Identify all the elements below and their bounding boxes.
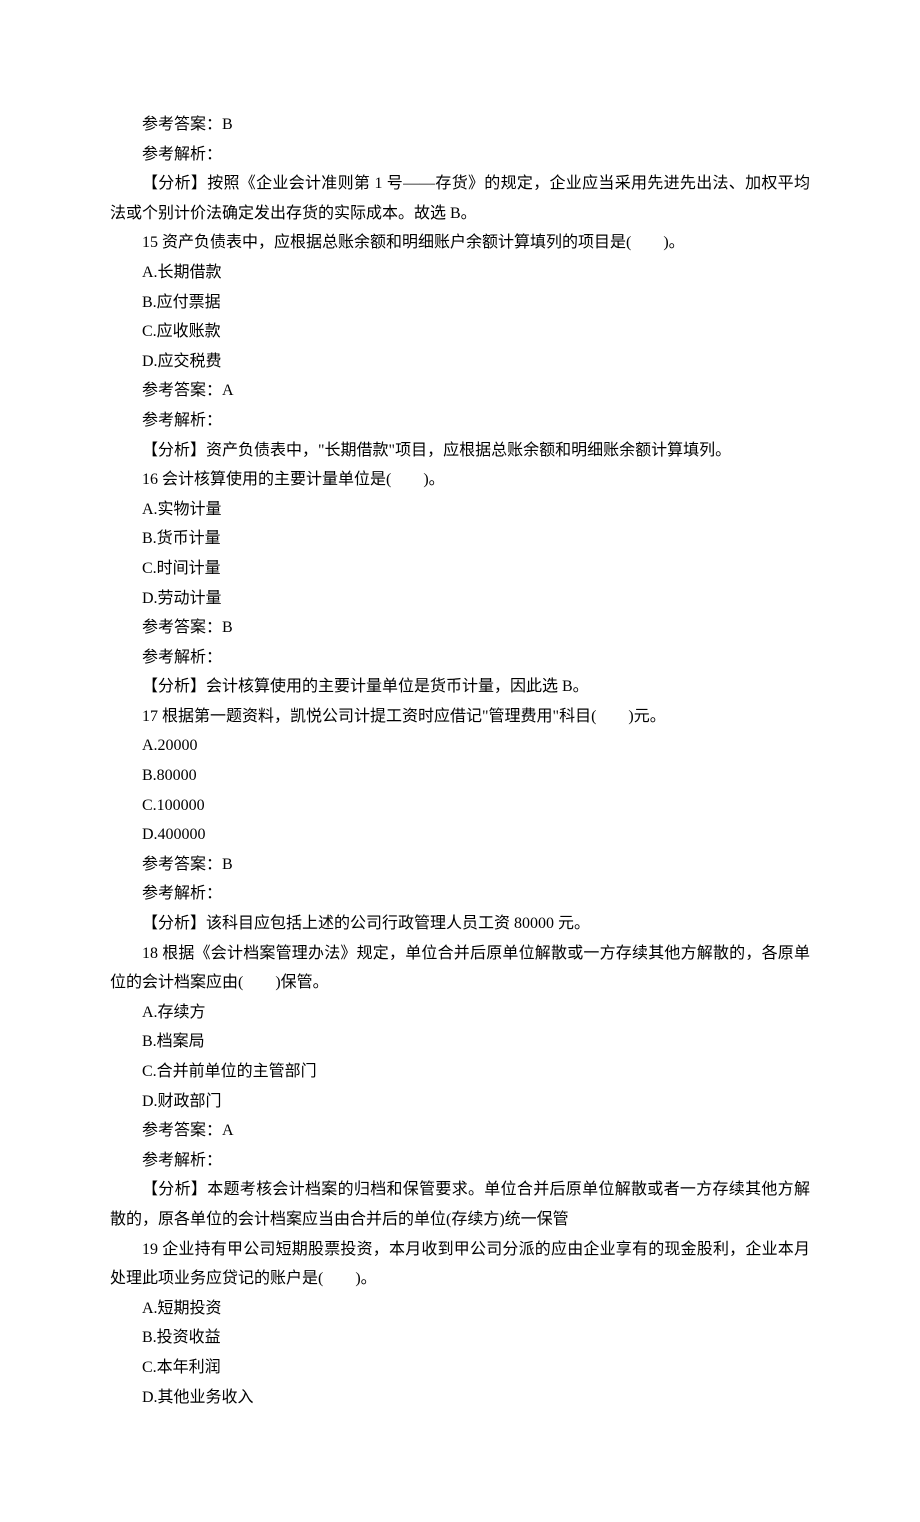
option-a: A.存续方 [110,998,810,1028]
option-b: B.档案局 [110,1027,810,1057]
answer-text: 参考答案：A [110,1116,810,1146]
option-d: D.财政部门 [110,1087,810,1117]
option-c: C.100000 [110,791,810,821]
analysis-text: 【分析】按照《企业会计准则第 1 号——存货》的规定，企业应当采用先进先出法、加… [110,169,810,228]
answer-text: 参考答案：B [110,850,810,880]
option-b: B.投资收益 [110,1323,810,1353]
option-d: D.其他业务收入 [110,1383,810,1413]
option-c: C.时间计量 [110,554,810,584]
analysis-label: 参考解析： [110,643,810,673]
option-a: A.实物计量 [110,495,810,525]
question-text: 16 会计核算使用的主要计量单位是( )。 [110,465,810,495]
option-b: B.应付票据 [110,288,810,318]
option-d: D.应交税费 [110,347,810,377]
answer-text: 参考答案：B [110,613,810,643]
analysis-label: 参考解析： [110,406,810,436]
document-content: 参考答案：B 参考解析： 【分析】按照《企业会计准则第 1 号——存货》的规定，… [110,110,810,1412]
analysis-text: 【分析】该科目应包括上述的公司行政管理人员工资 80000 元。 [110,909,810,939]
question-text: 15 资产负债表中，应根据总账余额和明细账户余额计算填列的项目是( )。 [110,228,810,258]
analysis-text: 【分析】资产负债表中，"长期借款"项目，应根据总账余额和明细账余额计算填列。 [110,436,810,466]
analysis-text: 【分析】本题考核会计档案的归档和保管要求。单位合并后原单位解散或者一方存续其他方… [110,1175,810,1234]
option-b: B.货币计量 [110,524,810,554]
option-a: A.长期借款 [110,258,810,288]
analysis-label: 参考解析： [110,140,810,170]
analysis-text: 【分析】会计核算使用的主要计量单位是货币计量，因此选 B。 [110,672,810,702]
question-text: 18 根据《会计档案管理办法》规定，单位合并后原单位解散或一方存续其他方解散的，… [110,939,810,998]
option-d: D.400000 [110,820,810,850]
answer-text: 参考答案：B [110,110,810,140]
option-c: C.合并前单位的主管部门 [110,1057,810,1087]
analysis-label: 参考解析： [110,1146,810,1176]
answer-text: 参考答案：A [110,376,810,406]
analysis-label: 参考解析： [110,879,810,909]
option-a: A.短期投资 [110,1294,810,1324]
option-c: C.应收账款 [110,317,810,347]
option-a: A.20000 [110,731,810,761]
option-c: C.本年利润 [110,1353,810,1383]
option-b: B.80000 [110,761,810,791]
question-text: 17 根据第一题资料，凯悦公司计提工资时应借记"管理费用"科目( )元。 [110,702,810,732]
question-text: 19 企业持有甲公司短期股票投资，本月收到甲公司分派的应由企业享有的现金股利，企… [110,1235,810,1294]
option-d: D.劳动计量 [110,584,810,614]
